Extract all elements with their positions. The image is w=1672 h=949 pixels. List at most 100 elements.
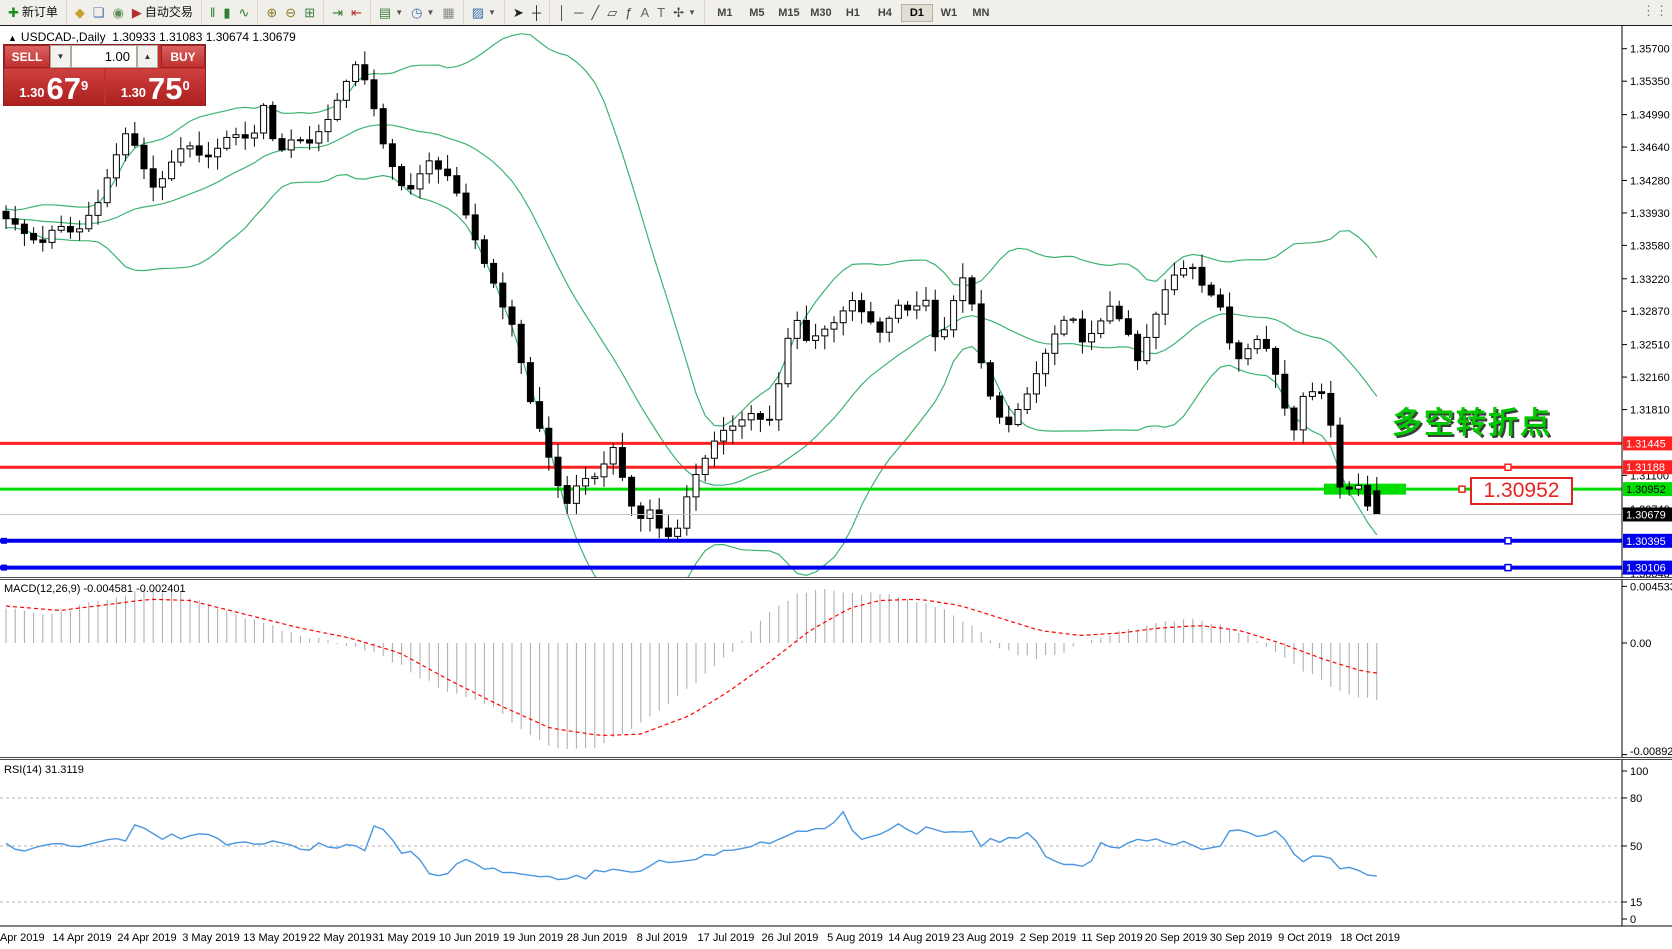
candle-body: [408, 186, 414, 189]
date-label: 18 Oct 2019: [1340, 932, 1400, 944]
candle-body: [1236, 343, 1242, 359]
candle-body: [21, 224, 27, 233]
candle-body: [86, 215, 92, 228]
candle-body: [546, 428, 552, 457]
rsi-axis-label: 0: [1630, 914, 1636, 926]
candle-body: [141, 145, 147, 168]
candle-body: [629, 477, 635, 506]
candle-body: [555, 457, 561, 485]
chart-symbol-period: USDCAD-,Daily: [21, 30, 106, 44]
price-tick-label: 1.35350: [1630, 76, 1670, 88]
candle-body: [978, 304, 984, 363]
candle-body: [1355, 485, 1361, 489]
candle-body: [730, 426, 736, 430]
candle-body: [794, 320, 800, 338]
price-tick-label: 1.35700: [1630, 44, 1670, 56]
bollinger-upper-band: [6, 34, 1377, 426]
pane-separator-macd[interactable]: [0, 577, 1672, 580]
candle-body: [684, 497, 690, 528]
candle-body: [1043, 353, 1049, 373]
candle-body: [233, 135, 239, 138]
candle-body: [877, 322, 883, 332]
candle-body: [463, 193, 469, 215]
date-label: 19 Jun 2019: [503, 932, 564, 944]
sell-price-prefix: 1.30: [19, 83, 44, 103]
candle-body: [58, 226, 64, 230]
one-click-trading-panel: SELL ▼ 1.00 ▲ BUY 1.30679 1.30750: [3, 44, 206, 106]
candle-body: [665, 528, 671, 536]
candle-body: [1006, 417, 1012, 424]
candle-body: [3, 211, 9, 218]
price-label-text: 1.30395: [1626, 536, 1666, 548]
candle-body: [316, 132, 322, 143]
candle-body: [113, 155, 119, 178]
candle-body: [389, 144, 395, 167]
candle-body: [1079, 319, 1085, 342]
macd-axis-label: 0.004533: [1630, 581, 1672, 593]
candle-body: [251, 133, 257, 138]
candle-body: [426, 161, 432, 174]
candle-body: [831, 323, 837, 329]
price-tick-label: 1.34990: [1630, 110, 1670, 122]
candle-body: [721, 430, 727, 441]
candle-body: [803, 320, 809, 340]
price-level-tag[interactable]: 1.30952: [1470, 477, 1573, 505]
rsi-axis-label: 15: [1630, 897, 1642, 909]
candle-body: [307, 140, 313, 143]
candle-body: [1346, 487, 1352, 489]
chart-canvas[interactable]: 1.357001.353501.349901.346401.342801.339…: [0, 0, 1672, 949]
rsi-label: RSI(14) 31.3119: [4, 764, 84, 776]
chart-ohlc-values: 1.30933 1.31083 1.30674 1.30679: [112, 30, 296, 44]
price-tick-label: 1.33930: [1630, 208, 1670, 220]
price-label-text: 1.31188: [1626, 462, 1665, 474]
rsi-axis-label: 100: [1630, 766, 1648, 778]
candle-body: [205, 155, 211, 157]
candle-body: [757, 414, 763, 420]
volume-input[interactable]: 1.00: [71, 45, 137, 68]
candle-body: [49, 230, 55, 242]
candle-body: [693, 474, 699, 496]
candle-body: [95, 203, 101, 216]
candle-body: [67, 226, 73, 231]
price-tick-label: 1.32160: [1630, 372, 1670, 384]
price-label-text: 1.30679: [1626, 509, 1666, 521]
candle-body: [1116, 306, 1122, 318]
candle-body: [1245, 349, 1251, 359]
candle-body: [1098, 321, 1104, 334]
date-label: 28 Jun 2019: [567, 932, 628, 944]
buy-price-prefix: 1.30: [121, 83, 146, 103]
candle-body: [104, 178, 110, 203]
candle-body: [1190, 267, 1196, 268]
date-label: 5 Aug 2019: [827, 932, 883, 944]
candle-body: [711, 441, 717, 458]
sell-price-display[interactable]: 1.30679: [4, 69, 104, 106]
rsi-pane: [0, 798, 1622, 902]
candle-body: [435, 161, 441, 169]
volume-decrease-button[interactable]: ▼: [50, 45, 71, 68]
candle-body: [1328, 393, 1334, 425]
buy-button[interactable]: BUY: [161, 45, 205, 68]
collapse-icon[interactable]: ▲: [8, 33, 17, 43]
candle-body: [417, 174, 423, 189]
buy-price-display[interactable]: 1.30750: [106, 69, 206, 106]
candle-body: [776, 384, 782, 420]
candle-body: [242, 135, 248, 138]
date-label: 10 Jun 2019: [439, 932, 500, 944]
sell-button[interactable]: SELL: [4, 45, 50, 68]
volume-increase-button[interactable]: ▲: [137, 45, 158, 68]
candle-body: [592, 477, 598, 479]
sell-price-main: 67: [47, 75, 81, 103]
pane-separator-rsi[interactable]: [0, 757, 1672, 760]
candle-body: [1162, 290, 1168, 314]
candle-body: [638, 506, 644, 518]
candle-body: [1033, 374, 1039, 394]
candle-body: [491, 263, 497, 283]
candle-body: [739, 420, 745, 426]
text-annotation[interactable]: 多空转折点: [1392, 398, 1552, 442]
price-tick-label: 1.32870: [1630, 306, 1670, 318]
date-label: 22 May 2019: [308, 932, 372, 944]
candle-body: [159, 179, 165, 187]
candle-body: [353, 65, 359, 82]
candle-body: [481, 240, 487, 264]
date-label: 17 Jul 2019: [698, 932, 755, 944]
